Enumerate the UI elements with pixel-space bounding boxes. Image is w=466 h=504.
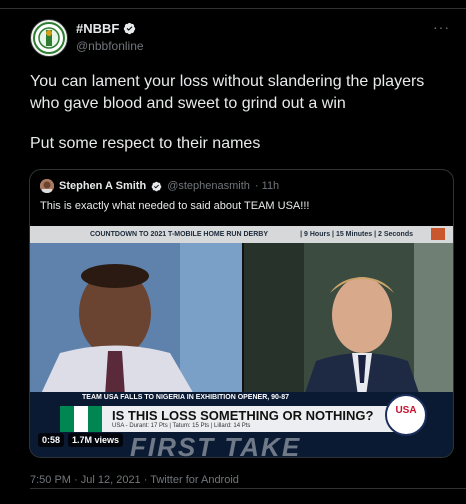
video-player[interactable]: COUNTDOWN TO 2021 T-MOBILE HOME RUN DERB… bbox=[30, 226, 453, 457]
tweet-timestamp[interactable]: 7:50 PM · Jul 12, 2021 · Twitter for And… bbox=[30, 474, 239, 486]
show-watermark: FIRST TAKE bbox=[130, 432, 302, 457]
quoted-tweet[interactable]: Stephen A Smith @stephenasmith · 11h Thi… bbox=[29, 169, 454, 458]
video-lower-third: TEAM USA FALLS TO NIGERIA IN EXHIBITION … bbox=[30, 392, 453, 457]
video-duration: 0:58 bbox=[38, 433, 65, 447]
video-top-banner: COUNTDOWN TO 2021 T-MOBILE HOME RUN DERB… bbox=[30, 226, 453, 243]
commentator-right-figure bbox=[244, 243, 453, 396]
avatar[interactable] bbox=[30, 19, 68, 57]
lower-third-bar: IS THIS LOSS SOMETHING OR NOTHING? USA -… bbox=[102, 406, 402, 432]
handle[interactable]: @nbbfonline bbox=[76, 39, 144, 53]
video-meta: 0:58 1.7M views bbox=[38, 433, 124, 447]
quoted-tweet-header: Stephen A Smith @stephenasmith · 11h bbox=[40, 179, 279, 193]
top-border bbox=[0, 0, 466, 9]
banner-tag-icon bbox=[431, 228, 445, 240]
quoted-avatar[interactable] bbox=[40, 179, 54, 193]
bottom-divider bbox=[30, 488, 466, 489]
lower-third-headline: IS THIS LOSS SOMETHING OR NOTHING? bbox=[112, 408, 374, 423]
banner-countdown-title: COUNTDOWN TO 2021 T-MOBILE HOME RUN DERB… bbox=[90, 231, 268, 238]
quoted-handle[interactable]: @stephenasmith bbox=[167, 180, 250, 192]
verified-badge-icon bbox=[124, 22, 136, 35]
display-name-row[interactable]: #NBBF bbox=[76, 21, 136, 36]
person-avatar-icon bbox=[40, 179, 54, 193]
video-right-panel bbox=[244, 243, 453, 396]
lower-third-stats: USA - Durant: 17 Pts | Tatum: 15 Pts | L… bbox=[112, 423, 251, 429]
quoted-text: This is exactly what needed to said abou… bbox=[40, 200, 310, 212]
tweet-body: You can lament your loss without slander… bbox=[30, 71, 450, 155]
commentator-left-figure bbox=[30, 243, 242, 396]
quoted-display-name[interactable]: Stephen A Smith bbox=[59, 180, 146, 192]
usa-basketball-logo: USA bbox=[385, 394, 427, 436]
nbbf-logo-icon bbox=[33, 22, 65, 54]
nigeria-flag-icon bbox=[60, 406, 102, 432]
video-left-panel bbox=[30, 243, 242, 396]
quoted-time[interactable]: · 11h bbox=[255, 180, 279, 192]
video-views: 1.7M views bbox=[68, 433, 124, 447]
tweet-paragraph: Put some respect to their names bbox=[30, 135, 261, 152]
tweet[interactable]: #NBBF @nbbfonline ··· You can lament you… bbox=[0, 9, 466, 504]
tweet-paragraph: You can lament your loss without slander… bbox=[30, 73, 425, 112]
more-dots-icon[interactable]: ··· bbox=[433, 19, 450, 35]
verified-badge-icon bbox=[151, 181, 162, 191]
display-name[interactable]: #NBBF bbox=[76, 21, 119, 36]
usa-logo-text: USA bbox=[395, 405, 417, 416]
lower-third-title: TEAM USA FALLS TO NIGERIA IN EXHIBITION … bbox=[82, 394, 290, 401]
